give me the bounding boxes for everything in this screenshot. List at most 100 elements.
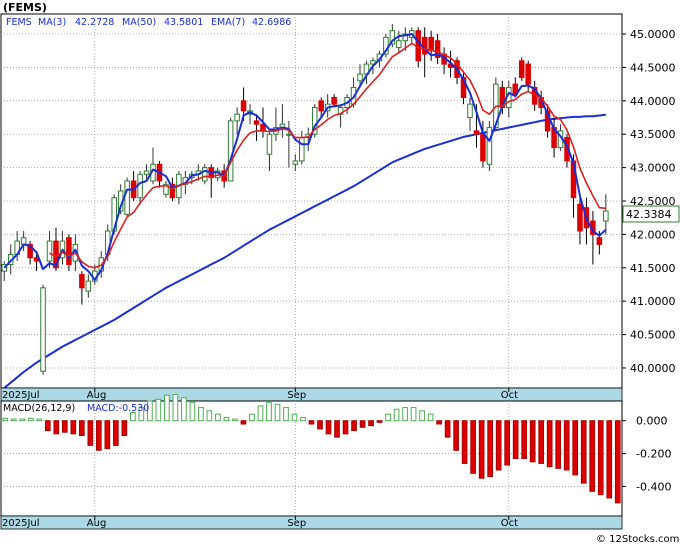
price-y-tick-label: 41.5000	[630, 262, 676, 275]
candle-body	[299, 137, 305, 162]
price-y-tick-label: 44.0000	[630, 95, 676, 108]
macd-bar	[334, 420, 340, 438]
price-y-tick-label: 45.0000	[630, 28, 676, 41]
candle-body	[253, 120, 260, 125]
candle-body	[266, 133, 273, 155]
legend-ma3-value: 42.2728	[75, 17, 114, 28]
macd-bar	[44, 420, 51, 432]
macd-y-axis: 0.000 -0.200 -0.400	[622, 415, 671, 493]
candle-body	[234, 113, 240, 122]
macd-bar	[529, 420, 536, 463]
price-y-tick-label: 40.5000	[630, 329, 676, 342]
price-x-tick-label: Oct	[501, 390, 518, 401]
macd-panel	[0, 400, 623, 517]
price-y-tick-label: 42.0000	[630, 228, 676, 241]
macd-bar	[19, 418, 26, 422]
macd-bar	[453, 420, 459, 451]
candle-body	[596, 237, 603, 245]
macd-bar	[538, 420, 545, 464]
macd-bar	[2, 417, 9, 422]
legend-ma50-value: 43.5801	[164, 17, 203, 28]
candle-body	[66, 237, 72, 265]
macd-bar	[53, 420, 60, 435]
macd-bar	[427, 413, 434, 422]
price-y-tick-label: 40.0000	[630, 362, 676, 375]
macd-bar	[614, 420, 621, 504]
price-y-tick-label: 41.0000	[630, 295, 676, 308]
macd-bar	[308, 420, 315, 425]
candle-body	[143, 170, 150, 175]
macd-bar	[10, 418, 17, 422]
candle-body	[286, 133, 292, 136]
candle-body	[79, 273, 85, 289]
price-y-tick-label: 44.5000	[630, 61, 676, 74]
macd-bar	[487, 420, 493, 478]
price-y-axis: 45.000044.500044.000043.500043.000042.50…	[622, 28, 676, 375]
macd-bar	[181, 397, 187, 422]
watermark: © 12Stocks.com	[596, 534, 679, 545]
macd-y-tick-label: -0.200	[636, 448, 671, 461]
macd-bar	[78, 420, 85, 437]
legend-ma3-label: MA(3)	[38, 17, 66, 28]
macd-x-tick-label: 2025Jul	[2, 518, 40, 529]
macd-x-tick-label: Sep	[287, 518, 306, 529]
macd-bar	[121, 420, 128, 437]
candle-body	[577, 203, 583, 232]
candle-body	[518, 60, 525, 78]
macd-bar	[563, 420, 570, 471]
macd-y-tick-label: -0.400	[636, 480, 671, 493]
macd-bar	[351, 420, 357, 432]
macd-bar	[215, 413, 221, 422]
macd-bar	[342, 420, 349, 435]
macd-bar	[87, 420, 94, 446]
candle-body	[396, 40, 402, 48]
macd-bar	[257, 405, 264, 422]
macd-bar	[274, 403, 281, 422]
macd-bar	[104, 420, 111, 450]
candle-body	[603, 210, 609, 222]
macd-bar	[444, 420, 451, 438]
macd-bar	[495, 420, 502, 471]
candle-body	[40, 287, 46, 372]
macd-bar	[300, 416, 306, 422]
macd-bar	[223, 416, 230, 422]
macd-bar	[36, 418, 43, 422]
price-x-tick-label: Aug	[87, 390, 107, 401]
macd-bar	[461, 420, 468, 464]
last-price-label: 42.3384	[626, 208, 672, 221]
macd-bar	[61, 420, 68, 433]
candle-body	[428, 36, 434, 52]
macd-bar	[521, 420, 528, 460]
candle-body	[85, 280, 92, 292]
macd-bar	[368, 420, 374, 427]
macd-bar	[555, 420, 562, 469]
macd-bar	[580, 420, 587, 484]
candle-body	[46, 240, 53, 262]
macd-bar	[232, 418, 238, 422]
macd-bar	[189, 402, 196, 422]
price-y-tick-label: 43.5000	[630, 128, 676, 141]
chart-title: (FEMS)	[3, 1, 47, 14]
candle-body	[486, 127, 493, 165]
macd-bar	[470, 420, 476, 474]
candle-body	[357, 73, 363, 82]
stock-chart: 45.000044.500044.000043.500043.000042.50…	[0, 1, 680, 545]
macd-bar	[325, 420, 332, 435]
macd-bar	[606, 420, 613, 499]
candle-body	[480, 133, 486, 162]
candle-body	[331, 96, 337, 105]
macd-x-tick-label: Oct	[501, 518, 518, 529]
macd-bar	[95, 420, 102, 451]
legend-ticker: FEMS	[6, 17, 32, 28]
macd-bar	[27, 417, 34, 422]
candle-body	[525, 63, 531, 85]
macd-bar	[504, 420, 510, 466]
macd-bar	[70, 420, 77, 435]
candle-body	[227, 120, 234, 182]
macd-bar	[546, 420, 553, 468]
macd-bar	[385, 413, 391, 422]
macd-bar	[240, 420, 247, 425]
legend-ma50-label: MA(50)	[122, 17, 156, 28]
price-y-tick-label: 43.0000	[630, 162, 676, 175]
macd-value: MACD:-0.530	[87, 403, 149, 414]
